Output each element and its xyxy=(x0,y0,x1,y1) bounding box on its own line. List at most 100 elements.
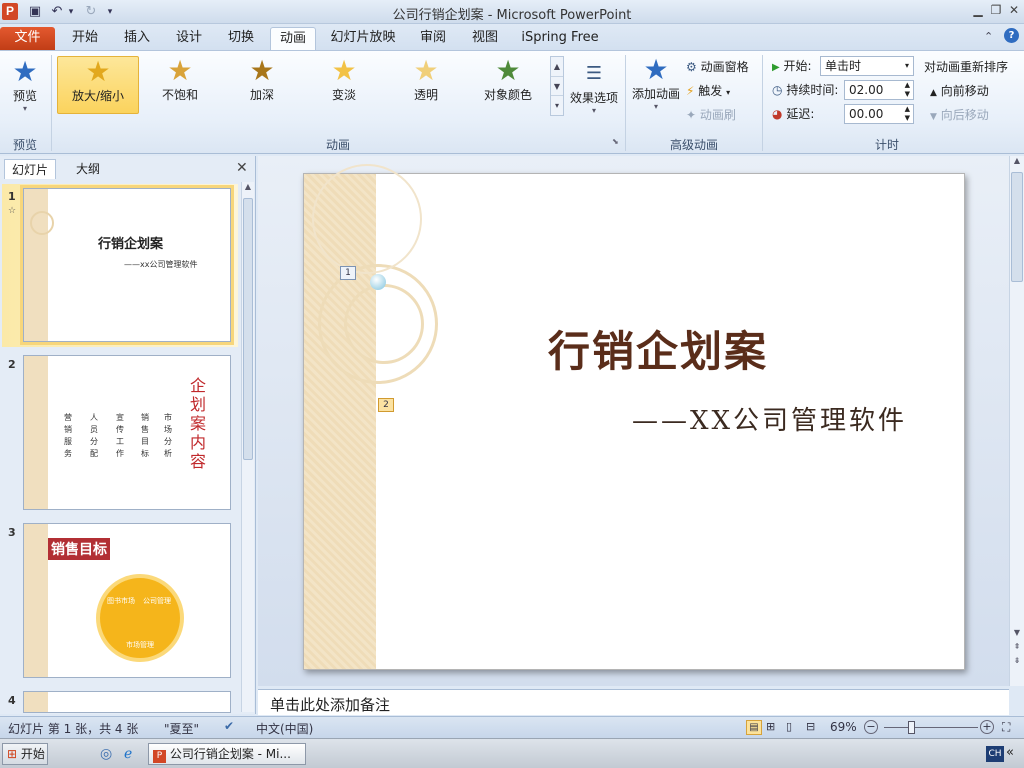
tab-slideshow[interactable]: 幻灯片放映 xyxy=(322,27,404,50)
start-button[interactable]: ⊞ 开始 xyxy=(2,743,48,765)
slide-decor-circle xyxy=(344,284,424,364)
ie-icon[interactable]: ℯ xyxy=(124,746,132,762)
tab-animations[interactable]: 动画 xyxy=(270,27,316,50)
ime-indicator[interactable]: CH xyxy=(986,746,1004,762)
lighten-star-icon: ★ xyxy=(331,54,357,87)
duration-spin-icon[interactable]: ▲ ▼ xyxy=(905,81,910,99)
scroll-up-icon[interactable]: ▲ xyxy=(1010,156,1024,168)
thumb1-title: 行销企划案 xyxy=(98,237,164,252)
desktop-icon[interactable]: ◎ xyxy=(100,746,112,762)
slide-scrollbar[interactable]: ▲ ▼ ⇞ ⇟ xyxy=(1009,156,1024,686)
effect-desaturate[interactable]: ★ 不饱和 xyxy=(139,56,221,114)
effect-options-icon: ☰ xyxy=(585,63,603,84)
language[interactable]: 中文(中国) xyxy=(256,720,313,737)
close-icon[interactable]: ✕ xyxy=(1006,2,1022,18)
spellcheck-icon[interactable]: ✔ xyxy=(224,719,234,733)
gallery-down-icon[interactable]: ▼ xyxy=(551,76,563,95)
effect-options-button[interactable]: ☰ 效果选项 ▾ xyxy=(568,59,620,115)
slide-thumb-4[interactable] xyxy=(23,691,231,713)
close-pane-icon[interactable]: ✕ xyxy=(236,160,248,176)
tab-view[interactable]: 视图 xyxy=(462,27,508,50)
thumb3-segment: 图书市场 xyxy=(107,597,135,605)
zoom-in-icon[interactable]: + xyxy=(980,720,994,734)
reading-view-icon[interactable]: ▯ xyxy=(786,720,792,733)
preview-button[interactable]: ★ 预览 ▾ xyxy=(4,57,46,114)
tab-review[interactable]: 审阅 xyxy=(410,27,456,50)
slides-pane-scrollbar[interactable]: ▲ xyxy=(241,182,254,712)
add-animation-star-icon: ★ xyxy=(643,53,669,86)
object-color-star-icon: ★ xyxy=(495,54,521,87)
tray-expand-icon[interactable]: « xyxy=(1006,745,1014,760)
start-select[interactable]: 单击时 ▾ xyxy=(820,56,914,76)
zoom-slider-thumb[interactable] xyxy=(908,721,915,734)
title-bar: P ▣ ↶ ▾ ↻ ▾ 公司行销企划案 - Microsoft PowerPoi… xyxy=(0,0,1024,24)
zoom-slider-track[interactable] xyxy=(884,727,978,728)
tab-transitions[interactable]: 切换 xyxy=(218,27,264,50)
effect-grow-shrink[interactable]: ★ 放大/缩小 xyxy=(57,56,139,114)
collapse-ribbon-icon[interactable]: ⌃ xyxy=(984,30,993,43)
slide-title[interactable]: 行销企划案 xyxy=(548,318,768,379)
thumb2-item: 宣传工作 xyxy=(116,413,124,458)
scroll-nav-icons[interactable]: ▼ ⇞ ⇟ xyxy=(1010,626,1024,668)
tab-insert[interactable]: 插入 xyxy=(114,27,160,50)
scroll-thumb[interactable] xyxy=(1011,172,1023,282)
move-later-button[interactable]: ▼ 向后移动 xyxy=(930,105,989,125)
thumb2-item: 人员分配 xyxy=(90,413,98,458)
slide-thumb-2[interactable]: 企划案内容 营销服务 人员分配 宣传工作 销售目标 市场分析 xyxy=(23,355,231,510)
gallery-scroll[interactable]: ▲ ▼ ▾ xyxy=(550,56,564,116)
delay-icon: ◕ xyxy=(772,107,783,121)
help-icon[interactable]: ? xyxy=(1004,28,1019,43)
slide-thumb-1[interactable]: 行销企划案 ——xx公司管理软件 xyxy=(20,185,234,345)
minimize-icon[interactable]: ▁ xyxy=(970,2,986,18)
tab-design[interactable]: 设计 xyxy=(166,27,212,50)
slideshow-view-icon[interactable]: ⊟ xyxy=(806,720,815,733)
status-bar: 幻灯片 第 1 张，共 4 张 "夏至" ✔ 中文(中国) ▤ ⊞ ▯ ⊟ 69… xyxy=(0,716,1024,738)
thumb3-segment: 公司管理 xyxy=(143,597,171,605)
delay-stepper[interactable]: 00.00 ▲ ▼ xyxy=(844,104,914,124)
tab-slides[interactable]: 幻灯片 xyxy=(4,159,56,179)
slide-sorter-icon[interactable]: ⊞ xyxy=(766,720,775,733)
fit-to-window-icon[interactable]: ⛶ xyxy=(1002,720,1010,735)
scroll-thumb[interactable] xyxy=(243,198,253,460)
group-label-animation: 动画 xyxy=(325,138,350,152)
slide-subtitle[interactable]: ——XX公司管理软件 xyxy=(632,400,907,437)
slide-canvas[interactable]: 1 2 行销企划案 ——XX公司管理软件 xyxy=(303,164,965,670)
move-earlier-button[interactable]: ▲ 向前移动 xyxy=(930,81,989,101)
gallery-more-icon[interactable]: ▾ xyxy=(551,95,563,114)
slide-thumb-3[interactable]: 销售目标 图书市场 公司管理 市场管理 xyxy=(23,523,231,678)
effect-object-color[interactable]: ★ 对象颜色 xyxy=(467,56,549,114)
taskbar-powerpoint[interactable]: P 公司行销企划案 - Mi... xyxy=(148,743,306,765)
add-animation-button[interactable]: ★ 添加动画 ▾ xyxy=(630,53,682,112)
thumb2-title: 企划案内容 xyxy=(190,376,207,471)
effect-darken[interactable]: ★ 加深 xyxy=(221,56,303,114)
clock-icon: ◷ xyxy=(772,83,783,97)
windows-logo-icon: ⊞ xyxy=(7,747,18,761)
theme-name[interactable]: "夏至" xyxy=(164,720,199,737)
taskbar: ⊞ 开始 ◎ ℯ P 公司行销企划案 - Mi... CH « xyxy=(0,738,1024,768)
effect-lighten[interactable]: ★ 变淡 xyxy=(303,56,385,114)
powerpoint-task-icon: P xyxy=(153,750,166,763)
animation-marker-2[interactable]: 2 xyxy=(378,398,394,412)
start-dropdown-icon[interactable]: ▾ xyxy=(905,57,909,75)
group-label-advanced: 高级动画 xyxy=(669,138,718,152)
tab-ispring[interactable]: iSpring Free xyxy=(514,27,606,50)
notes-input[interactable]: 单击此处添加备注 xyxy=(258,689,1009,715)
trigger-button[interactable]: ⚡ 触发 ▾ xyxy=(686,81,730,101)
animation-marker-1[interactable]: 1 xyxy=(340,266,356,280)
gallery-up-icon[interactable]: ▲ xyxy=(551,57,563,76)
animation-pane-button[interactable]: ⚙ 动画窗格 xyxy=(686,57,749,77)
tab-home[interactable]: 开始 xyxy=(62,27,108,50)
animation-dialog-launcher-icon[interactable]: ⬊ xyxy=(612,137,619,146)
effect-transparency[interactable]: ★ 透明 xyxy=(385,56,467,114)
tab-outline[interactable]: 大纲 xyxy=(62,159,114,179)
delay-spin-icon[interactable]: ▲ ▼ xyxy=(905,105,910,123)
zoom-out-icon[interactable]: − xyxy=(864,720,878,734)
zoom-level[interactable]: 69% xyxy=(830,720,857,734)
normal-view-icon[interactable]: ▤ xyxy=(746,720,762,735)
animation-painter-button[interactable]: ✦ 动画刷 xyxy=(686,105,736,125)
animation-pane-icon: ⚙ xyxy=(686,60,697,74)
duration-stepper[interactable]: 02.00 ▲ ▼ xyxy=(844,80,914,100)
scroll-up-icon[interactable]: ▲ xyxy=(242,182,254,194)
tab-file[interactable]: 文件 xyxy=(0,27,55,50)
restore-icon[interactable]: ❐ xyxy=(988,2,1004,18)
